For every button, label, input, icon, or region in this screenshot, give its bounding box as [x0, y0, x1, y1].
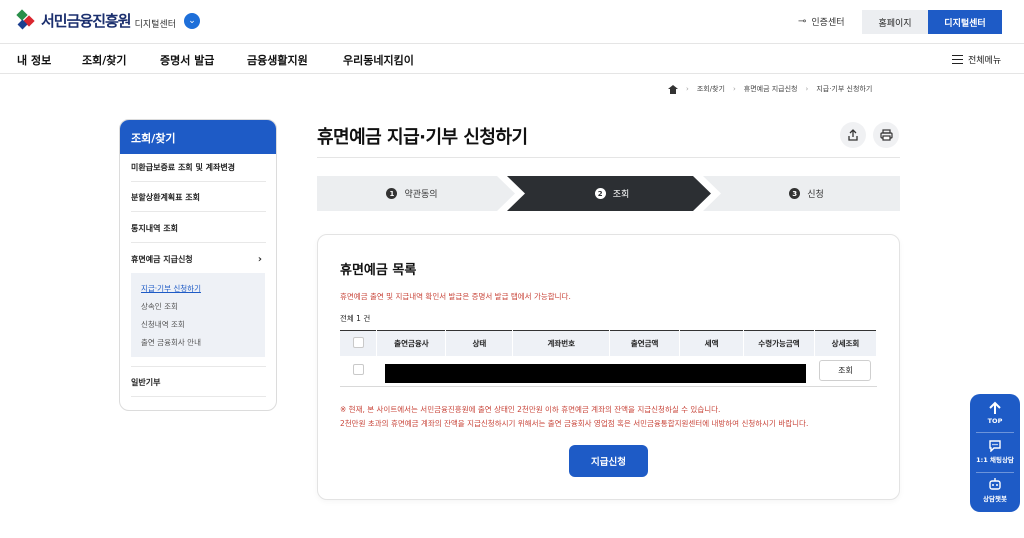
step-terms: 1 약관동의 — [317, 176, 507, 211]
sidebar-item-refund[interactable]: 미환급보증료 조회 및 계좌변경 — [131, 162, 266, 182]
step-indicator: 1 약관동의 2 조회 3 신청 — [317, 176, 900, 211]
logo[interactable]: 서민금융진흥원 디지털센터 ⌄ — [16, 9, 201, 31]
hamburger-icon — [952, 55, 963, 64]
column-header: 상태 — [445, 330, 514, 356]
nav-financial-support[interactable]: 금융생활지원 — [247, 52, 308, 68]
breadcrumb-separator: › — [732, 85, 736, 93]
submenu-heir[interactable]: 상속인 조회 — [141, 301, 178, 312]
submenu-history[interactable]: 신청내역 조회 — [141, 319, 185, 330]
breadcrumb-item[interactable]: 휴면예금 지급신청 — [744, 84, 798, 94]
divider — [976, 472, 1014, 473]
step-label: 약관동의 — [404, 190, 438, 200]
chevron-right-icon: › — [257, 254, 262, 265]
nav-neighborhood[interactable]: 우리동네지킴이 — [343, 52, 414, 68]
submenu-institutions[interactable]: 출연 금융회사 안내 — [141, 337, 201, 348]
row-select-cell — [340, 355, 377, 387]
cert-center-label: 인증센터 — [811, 18, 845, 28]
page-title: 휴면예금 지급·기부 신청하기 — [317, 127, 528, 148]
main-nav: 내 정보 조회/찾기 증명서 발급 금융생활지원 우리동네지킴이 전체메뉴 — [0, 44, 1024, 74]
chevron-down-icon[interactable]: ⌄ — [184, 12, 201, 29]
floating-quick-menu: TOP 1:1 채팅상담 상담챗봇 — [970, 394, 1020, 512]
step-label: 조회 — [612, 190, 630, 200]
sidebar-title: 조회/찾기 — [120, 120, 276, 154]
step-label: 신청 — [807, 190, 824, 200]
nav-lookup[interactable]: 조회/찾기 — [82, 52, 127, 68]
select-all-checkbox[interactable] — [352, 336, 364, 348]
sidebar-item-donation[interactable]: 일반기부 — [131, 377, 266, 397]
logo-subtitle: 디지털센터 — [134, 19, 177, 30]
breadcrumb: › 조회/찾기 › 휴면예금 지급신청 › 지급·기부 신청하기 — [668, 84, 872, 94]
divider — [976, 432, 1014, 433]
column-header: 수령가능금액 — [743, 330, 815, 356]
sidebar-submenu: 지급·기부 신청하기 상속인 조회 신청내역 조회 출연 금융회사 안내 — [131, 273, 265, 357]
step-lookup: 2 조회 — [517, 176, 707, 211]
logo-mark-icon — [16, 9, 38, 31]
sidebar-item-label: 휴면예금 지급신청 — [131, 255, 193, 264]
column-header: 세액 — [679, 330, 745, 356]
nav-certificate[interactable]: 증명서 발급 — [160, 52, 214, 68]
breadcrumb-item[interactable]: 지급·기부 신청하기 — [816, 84, 872, 94]
chatbot-label: 상담챗봇 — [983, 495, 1007, 503]
list-title: 휴면예금 목록 — [340, 263, 417, 278]
step-number: 3 — [789, 188, 801, 199]
table-header-row: 출연금융사 상태 계좌번호 출연금액 세액 수령가능금액 상세조회 — [340, 330, 878, 356]
home-icon[interactable] — [668, 84, 678, 94]
total-count: 전체 1 건 — [340, 314, 371, 323]
chat-bubble-icon — [989, 440, 1001, 453]
logo-text: 서민금융진흥원 — [41, 11, 132, 30]
warning-text: 2천만원 초과의 휴면예금 계좌의 잔액을 지급신청하시기 위해서는 출연 금융… — [340, 419, 809, 428]
title-divider — [317, 157, 900, 158]
divider — [131, 366, 266, 367]
robot-icon — [989, 478, 1001, 490]
column-header: 출연금액 — [609, 330, 681, 356]
row-checkbox[interactable] — [352, 364, 364, 376]
column-header: 계좌번호 — [512, 330, 611, 356]
digital-center-button[interactable]: 디지털센터 — [928, 10, 1002, 34]
all-menu-button[interactable]: 전체메뉴 — [952, 53, 1001, 66]
chat-label: 1:1 채팅상담 — [976, 456, 1014, 464]
top-label: TOP — [987, 417, 1003, 425]
key-icon: ⊸ — [798, 16, 807, 27]
submenu-apply[interactable]: 지급·기부 신청하기 — [141, 283, 201, 294]
sidebar: 조회/찾기 미환급보증료 조회 및 계좌변경 분할상환계획표 조회 통지내역 조… — [119, 119, 277, 411]
breadcrumb-item[interactable]: 조회/찾기 — [697, 84, 725, 94]
share-icon[interactable] — [840, 122, 866, 148]
step-number: 2 — [594, 188, 606, 199]
sidebar-item-notice[interactable]: 통지내역 조회 — [131, 223, 266, 243]
top-button[interactable]: TOP — [970, 401, 1020, 425]
step-apply: 3 신청 — [713, 176, 900, 211]
select-all-cell — [340, 330, 378, 356]
arrow-up-icon — [989, 401, 1001, 414]
warning-text: ※ 현재, 본 사이트에서는 서민금융진흥원에 출연 상태인 2천만원 이하 휴… — [340, 405, 721, 414]
redacted-row-data — [385, 364, 806, 383]
breadcrumb-separator: › — [805, 85, 809, 93]
column-header: 상세조회 — [814, 330, 878, 356]
chat-consult-button[interactable]: 1:1 채팅상담 — [970, 439, 1020, 464]
sidebar-item-repayment[interactable]: 분할상환계획표 조회 — [131, 192, 266, 212]
view-detail-button[interactable]: 조회 — [819, 360, 872, 382]
all-menu-label: 전체메뉴 — [968, 56, 1002, 66]
chatbot-button[interactable]: 상담챗봇 — [970, 477, 1020, 503]
sidebar-item-dormant[interactable]: 휴면예금 지급신청 › — [131, 254, 266, 270]
print-icon[interactable] — [873, 122, 899, 148]
breadcrumb-separator: › — [686, 85, 689, 93]
homepage-button[interactable]: 홈페이지 — [862, 10, 928, 34]
column-header: 출연금융사 — [376, 330, 447, 356]
apply-button[interactable]: 지급신청 — [569, 445, 648, 477]
nav-my-info[interactable]: 내 정보 — [17, 52, 51, 68]
detail-cell: 조회 — [814, 355, 877, 387]
top-header: 서민금융진흥원 디지털센터 ⌄ ⊸ 인증센터 홈페이지 디지털센터 — [0, 0, 1024, 44]
certificate-notice: 휴면예금 출연 및 지급내역 확인서 발급은 증명서 발급 탭에서 가능합니다. — [340, 292, 571, 301]
step-number: 1 — [386, 188, 398, 199]
cert-center-link[interactable]: ⊸ 인증센터 — [798, 15, 845, 28]
